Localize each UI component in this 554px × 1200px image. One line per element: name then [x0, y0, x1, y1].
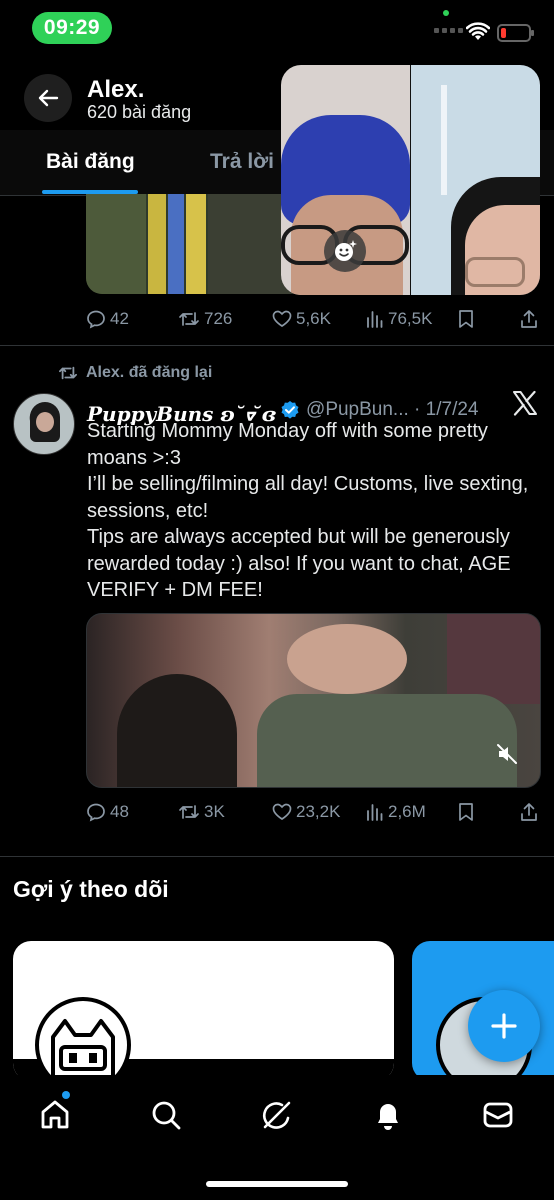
tweet-text[interactable]: Starting Mommy Monday off with some pret…	[87, 418, 547, 604]
heart-icon	[272, 310, 292, 328]
repost-icon	[179, 312, 199, 326]
tweet-actions: 48 3K 23,2K 2,6M	[86, 797, 542, 827]
effects-button[interactable]	[324, 230, 366, 272]
bell-icon	[378, 1104, 398, 1130]
plus-icon	[491, 1013, 517, 1039]
repost-indicator[interactable]: Alex. đã đăng lại	[58, 364, 212, 382]
repost-button[interactable]: 726	[178, 309, 232, 329]
back-arrow-icon	[38, 89, 59, 107]
battery-level	[501, 28, 506, 38]
cat-mascot-icon	[51, 1019, 115, 1081]
repost-label: Alex. đã đăng lại	[86, 364, 213, 381]
tweet-actions: 42 726 5,6K 76,5K	[86, 304, 542, 334]
views-icon	[367, 311, 383, 328]
mail-icon	[483, 1102, 513, 1128]
repost-icon	[59, 366, 77, 380]
home-indicator[interactable]	[206, 1181, 348, 1187]
nav-home[interactable]	[35, 1095, 75, 1135]
reply-count: 42	[110, 309, 129, 328]
nav-grok[interactable]	[257, 1095, 297, 1135]
nav-messages[interactable]	[478, 1095, 518, 1135]
x-logo-icon	[513, 390, 537, 416]
like-count: 23,2K	[296, 802, 341, 821]
repost-count: 3K	[204, 802, 225, 821]
nav-notifications[interactable]	[368, 1095, 408, 1135]
like-count: 5,6K	[296, 309, 331, 328]
search-icon	[152, 1101, 181, 1130]
suggestion-card[interactable]	[13, 941, 394, 1081]
tweet-text-line: Tips are always accepted but will be gen…	[87, 526, 511, 601]
like-button[interactable]: 5,6K	[272, 309, 331, 329]
share-button[interactable]	[520, 802, 538, 822]
bookmark-icon	[459, 310, 473, 328]
reply-count: 48	[110, 802, 129, 821]
video-call-overlay[interactable]	[281, 65, 540, 295]
bookmark-icon	[459, 803, 473, 821]
tweet-media-image[interactable]	[86, 194, 306, 294]
new-activity-dot	[62, 1091, 70, 1099]
reply-icon	[87, 310, 105, 329]
status-time[interactable]: 09:29	[32, 12, 112, 44]
reply-button[interactable]: 42	[86, 309, 129, 329]
repost-button[interactable]: 3K	[178, 802, 225, 822]
views-icon	[367, 804, 383, 821]
home-icon	[41, 1100, 69, 1129]
status-bar: 09:29	[0, 0, 554, 58]
compose-post-button[interactable]	[468, 990, 540, 1062]
remote-video-feed[interactable]	[411, 65, 540, 295]
grok-icon	[262, 1101, 291, 1129]
repost-icon	[179, 805, 199, 819]
post-count: 620 bài đăng	[87, 102, 192, 122]
suggestion-avatar[interactable]	[35, 997, 131, 1081]
tweet-media-video[interactable]	[86, 613, 541, 788]
repost-count: 726	[204, 309, 233, 328]
share-button[interactable]	[520, 309, 538, 329]
views-button[interactable]: 76,5K	[366, 309, 432, 329]
camera-in-use-dot	[443, 10, 449, 16]
battery-icon	[497, 24, 534, 42]
tab-replies[interactable]: Trả lời	[210, 150, 274, 174]
section-divider	[0, 856, 554, 857]
nav-search[interactable]	[146, 1095, 186, 1135]
back-button[interactable]	[24, 74, 72, 122]
mute-icon[interactable]	[495, 742, 519, 766]
view-count: 76,5K	[388, 309, 433, 328]
tab-posts[interactable]: Bài đăng	[46, 150, 135, 174]
share-icon	[521, 310, 537, 328]
views-button[interactable]: 2,6M	[366, 802, 426, 822]
suggestions-title: Gợi ý theo dõi	[13, 876, 169, 902]
bookmark-button[interactable]	[458, 802, 474, 822]
wifi-icon	[466, 22, 490, 40]
like-button[interactable]: 23,2K	[272, 802, 340, 822]
smiley-sparkle-icon	[335, 240, 357, 261]
bookmark-button[interactable]	[458, 309, 474, 329]
tweet-text-line: I’ll be selling/filming all day! Customs…	[87, 473, 529, 522]
heart-icon	[272, 803, 292, 821]
view-count: 2,6M	[388, 802, 426, 821]
share-icon	[521, 803, 537, 821]
profile-name: Alex.	[87, 76, 145, 103]
reply-button[interactable]: 48	[86, 802, 129, 822]
verified-badge-icon	[281, 400, 299, 419]
tweet-divider	[0, 345, 554, 346]
tweet-text-line: Starting Mommy Monday off with some pret…	[87, 420, 488, 469]
cellular-signal-icon	[434, 28, 463, 33]
avatar[interactable]	[13, 393, 75, 455]
reply-icon	[87, 803, 105, 822]
